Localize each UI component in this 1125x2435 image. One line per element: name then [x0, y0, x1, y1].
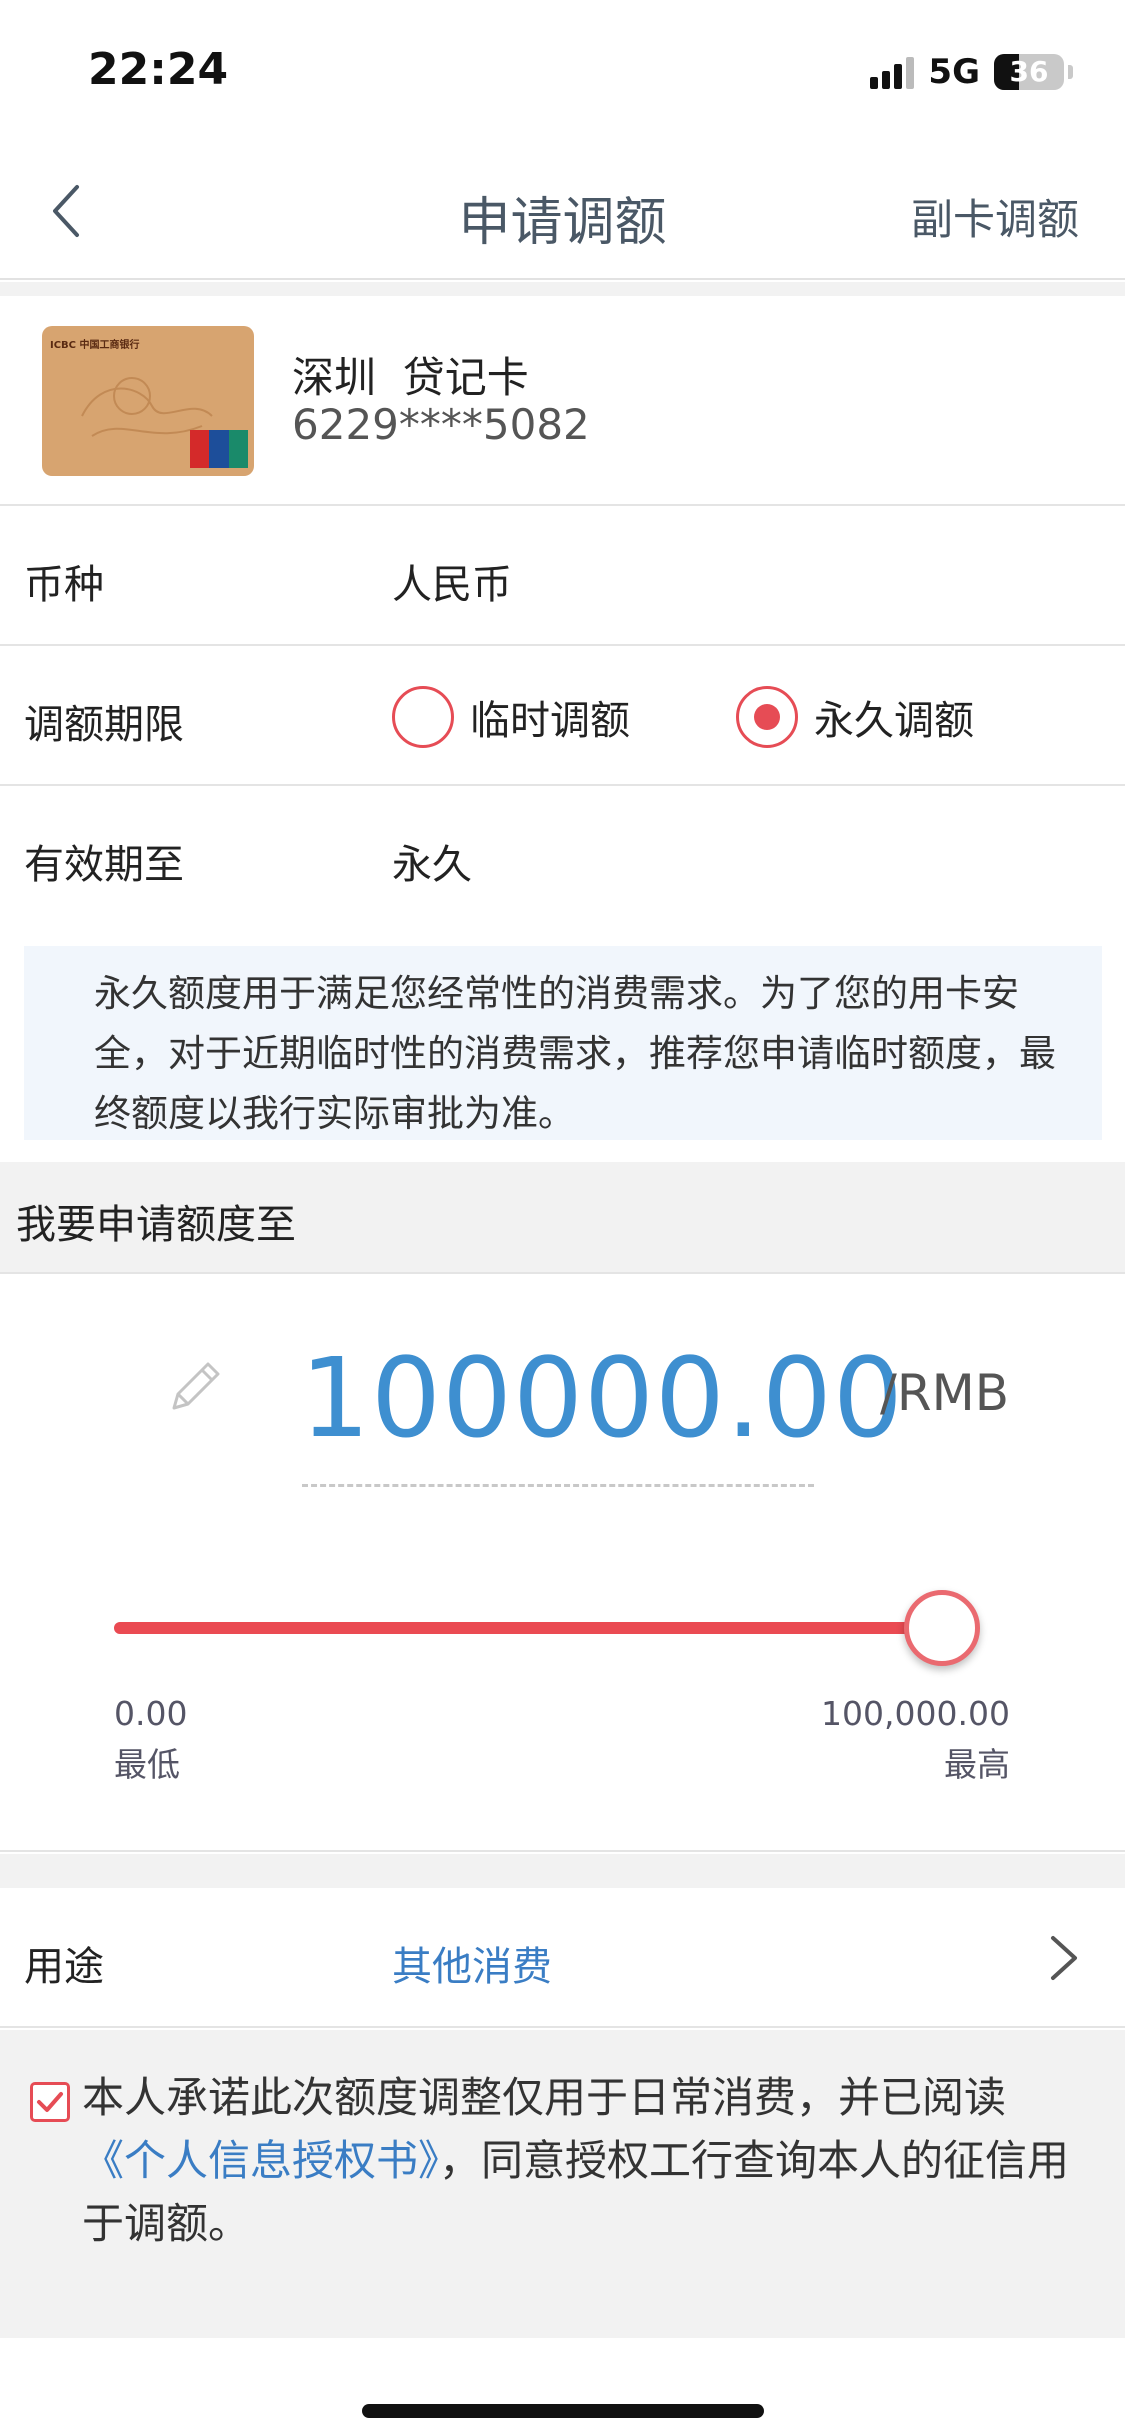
period-label: 调额期限: [24, 702, 184, 748]
amount-section-header: 我要申请额度至: [0, 1162, 1125, 1272]
radio-circle[interactable]: [736, 686, 798, 748]
radio-temporary[interactable]: 临时调额: [392, 686, 630, 748]
supplementary-card-adjust-button[interactable]: 副卡调额: [911, 186, 1079, 247]
card-number: 6229****5082: [292, 400, 590, 449]
card-image: ICBC 中国工商银行: [42, 326, 254, 476]
validity-label: 有效期至: [24, 842, 184, 888]
authorization-link[interactable]: 《个人信息授权书》: [82, 2136, 439, 2185]
battery-tip: [1068, 65, 1073, 79]
signal-icon: [870, 55, 915, 89]
agreement-section: 本人承诺此次额度调整仅用于日常消费，并已阅读《个人信息授权书》，同意授权工行查询…: [0, 2030, 1125, 2338]
status-time: 22:24: [88, 44, 229, 95]
battery-icon: 36: [994, 54, 1064, 90]
home-indicator[interactable]: [362, 2404, 764, 2418]
nav-bar: 申请调额 副卡调额: [0, 140, 1125, 280]
agreement-text: 本人承诺此次额度调整仅用于日常消费，并已阅读《个人信息授权书》，同意授权工行查询…: [82, 2066, 1082, 2255]
section-gap: [0, 1854, 1125, 1888]
agreement-text-before: 本人承诺此次额度调整仅用于日常消费，并已阅读: [82, 2073, 1007, 2122]
amount-unit: /RMB: [880, 1364, 1010, 1422]
slider-max-value: 100,000.00: [821, 1694, 1010, 1733]
unionpay-logo: [190, 430, 248, 468]
radio-permanent[interactable]: 永久调额: [736, 686, 974, 748]
slider-min-label: 最低: [114, 1745, 180, 1784]
battery-percent: 36: [1009, 55, 1049, 88]
slider-thumb[interactable]: [904, 1590, 980, 1666]
amount-underline: [302, 1484, 814, 1487]
bottom-area: [0, 2338, 1125, 2435]
pencil-icon[interactable]: [164, 1354, 228, 1418]
notice-box: 永久额度用于满足您经常性的消费需求。为了您的用卡安全，对于近期临时性的消费需求，…: [24, 946, 1102, 1140]
amount-panel: 100000.00 /RMB 0.00 最低 100,000.00 最高: [0, 1272, 1125, 1852]
status-icons: 5G 36: [870, 52, 1073, 92]
slider-fill: [114, 1622, 970, 1634]
radio-temporary-label: 临时调额: [470, 698, 630, 744]
validity-row: 有效期至 永久: [0, 786, 1125, 926]
purpose-label: 用途: [24, 1944, 104, 1990]
card-image-text: ICBC 中国工商银行: [50, 340, 140, 351]
period-row: 调额期限 临时调额 永久调额: [0, 646, 1125, 786]
amount-input[interactable]: 100000.00: [300, 1334, 904, 1462]
network-type: 5G: [928, 52, 980, 92]
agreement-checkbox[interactable]: [30, 2082, 70, 2122]
section-gap: [0, 282, 1125, 296]
card-name: 深圳 贷记卡: [292, 353, 529, 402]
purpose-row[interactable]: 用途 其他消费: [0, 1888, 1125, 2028]
currency-label: 币种: [24, 562, 104, 608]
radio-circle[interactable]: [392, 686, 454, 748]
currency-value: 人民币: [392, 562, 512, 608]
purpose-value[interactable]: 其他消费: [392, 1934, 552, 1992]
slider-min-value: 0.00: [114, 1694, 188, 1733]
chevron-right-icon: [1051, 1936, 1077, 1980]
amount-section-title: 我要申请额度至: [16, 1202, 296, 1248]
slider-track[interactable]: [114, 1622, 970, 1634]
status-bar: 22:24 5G 36: [0, 0, 1125, 140]
check-icon: [37, 2092, 63, 2112]
validity-value: 永久: [392, 842, 472, 888]
slider-max-label: 最高: [944, 1745, 1010, 1784]
radio-permanent-label: 永久调额: [814, 698, 974, 744]
card-info: ICBC 中国工商银行 深圳 贷记卡 6229****5082: [0, 296, 1125, 506]
currency-row: 币种 人民币: [0, 506, 1125, 646]
